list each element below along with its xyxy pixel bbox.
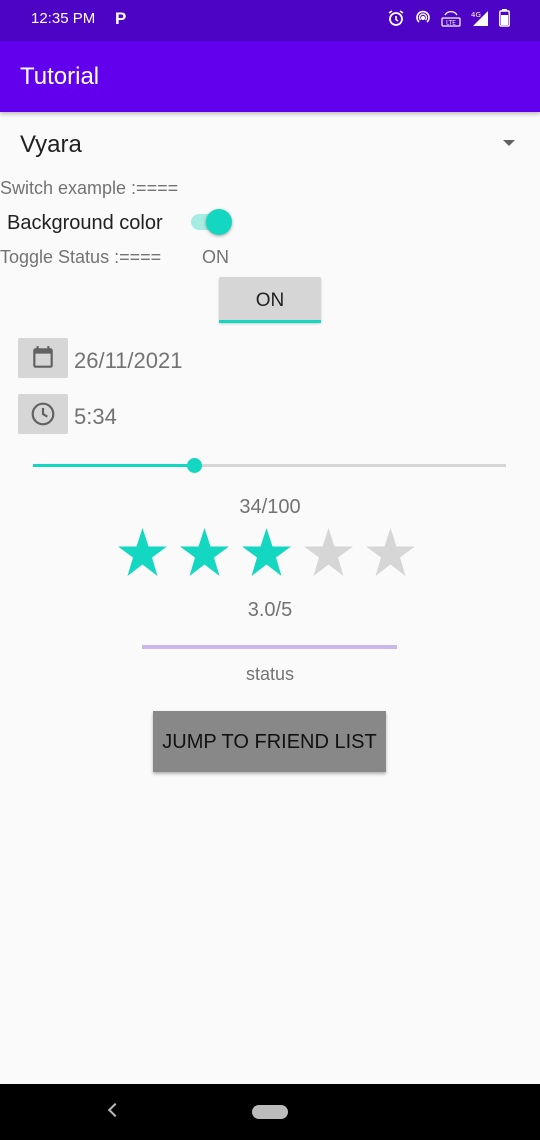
hotspot-icon: [414, 9, 432, 27]
star-filled-icon[interactable]: [179, 523, 230, 581]
seekbar-thumb[interactable]: [186, 458, 202, 473]
selected-date: 26/11/2021: [74, 348, 183, 373]
alarm-icon: [387, 9, 405, 27]
app-title: Tutorial: [20, 63, 100, 90]
spinner-selected-value: Vyara: [20, 131, 82, 158]
home-pill-icon[interactable]: [252, 1105, 288, 1119]
star-filled-icon[interactable]: [117, 523, 168, 581]
svg-text:LTE: LTE: [446, 20, 456, 27]
star-filled-icon[interactable]: [241, 523, 292, 581]
status-text: status: [245, 664, 295, 684]
clock-icon: [31, 402, 55, 426]
jump-to-friend-list-button[interactable]: JUMP TO FRIEND LIST: [153, 711, 386, 772]
status-time: 12:35 PM: [31, 10, 96, 27]
system-nav-bar: [0, 1084, 540, 1140]
city-spinner[interactable]: Vyara: [0, 118, 540, 170]
status-bar: 12:35 PM P LTE 4G: [0, 0, 540, 41]
svg-text:4G: 4G: [471, 11, 481, 19]
progress-bar: [142, 645, 397, 649]
seekbar-progress: [33, 464, 194, 467]
switch-example-heading: Switch example :====: [0, 178, 179, 198]
signal-icon: 4G: [470, 9, 490, 27]
carrier-p-icon: P: [115, 9, 127, 28]
background-color-switch[interactable]: Background color: [0, 206, 260, 238]
toggle-status-value: ON: [202, 247, 229, 267]
background-color-label: Background color: [7, 212, 163, 234]
volte-icon: LTE: [441, 9, 461, 27]
battery-icon: [499, 9, 510, 27]
time-picker-button[interactable]: [18, 394, 68, 434]
toggle-on-indicator: [219, 320, 321, 323]
toggle-button[interactable]: ON: [219, 277, 321, 323]
rating-bar[interactable]: [117, 523, 423, 581]
star-empty-icon[interactable]: [365, 523, 416, 581]
jump-button-label: JUMP TO FRIEND LIST: [162, 731, 377, 753]
seekbar-value: 34/100: [239, 496, 301, 518]
back-icon[interactable]: [107, 1102, 123, 1118]
switch-thumb[interactable]: [206, 209, 232, 235]
calendar-icon: [33, 346, 53, 368]
date-picker-button[interactable]: [18, 338, 68, 378]
toggle-status-label: Toggle Status :====: [0, 247, 162, 267]
status-icons: LTE 4G: [387, 9, 510, 27]
rating-value: 3.0/5: [247, 599, 293, 621]
star-empty-icon[interactable]: [303, 523, 354, 581]
dropdown-arrow-icon: [503, 140, 515, 146]
seekbar[interactable]: [33, 455, 506, 477]
app-bar: Tutorial: [0, 41, 540, 112]
selected-time: 5:34: [74, 404, 117, 429]
toggle-button-label: ON: [255, 290, 285, 311]
